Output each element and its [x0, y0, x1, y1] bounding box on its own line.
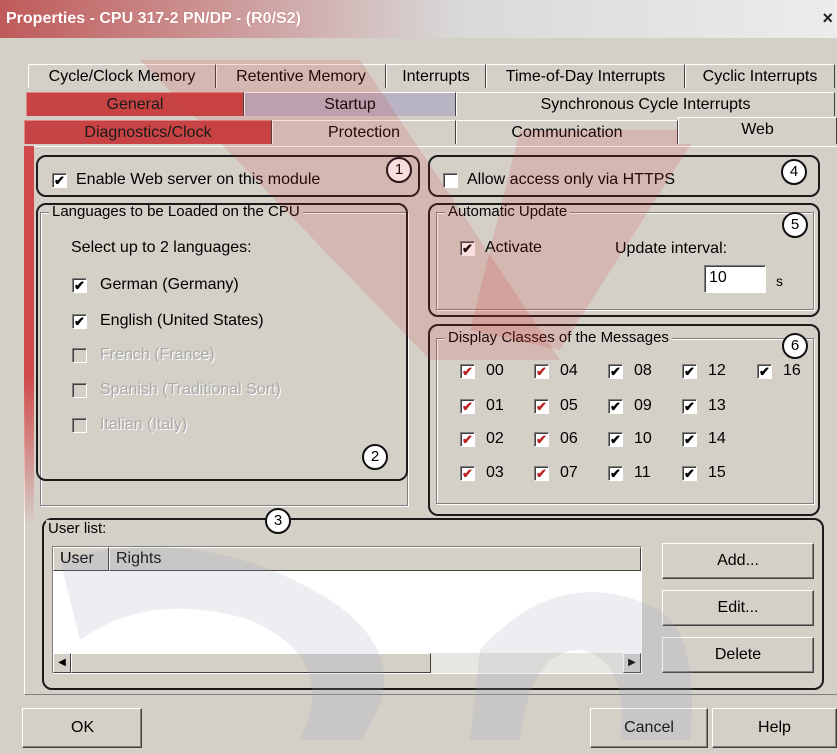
message-class-label: 08	[634, 362, 652, 379]
language-english-checkbox[interactable]: ✔	[72, 314, 87, 329]
tab-cyclic-interrupts[interactable]: Cyclic Interrupts	[685, 64, 835, 88]
language-italian-checkbox	[72, 418, 87, 433]
message-class-label: 04	[560, 362, 578, 379]
message-class-checkbox[interactable]: ✔	[534, 466, 549, 481]
tab-startup[interactable]: Startup	[244, 92, 456, 116]
cancel-button[interactable]: Cancel	[590, 708, 708, 748]
auto-update-activate-label: Activate	[485, 239, 542, 256]
tab-cycle-clock-memory[interactable]: Cycle/Clock Memory	[28, 64, 216, 88]
message-class-label: 06	[560, 430, 578, 447]
ok-button[interactable]: OK	[22, 708, 142, 748]
tab-time-of-day-interrupts[interactable]: Time-of-Day Interrupts	[486, 64, 685, 88]
panel-accent-stripe	[24, 146, 34, 526]
scroll-thumb[interactable]	[71, 653, 431, 673]
message-class-label: 15	[708, 464, 726, 481]
tab-diagnostics-clock[interactable]: Diagnostics/Clock	[24, 120, 272, 144]
scroll-right-icon[interactable]: ▶	[623, 653, 641, 673]
tab-general[interactable]: General	[26, 92, 244, 116]
message-class-checkbox[interactable]: ✔	[460, 364, 475, 379]
message-class-checkbox[interactable]: ✔	[682, 432, 697, 447]
update-interval-unit: s	[776, 273, 783, 289]
language-german-label: German (Germany)	[100, 276, 239, 293]
message-class-label: 00	[486, 362, 504, 379]
tab-synchronous-cycle-interrupts[interactable]: Synchronous Cycle Interrupts	[456, 92, 835, 116]
update-interval-label: Update interval:	[615, 240, 728, 257]
message-class-checkbox[interactable]: ✔	[460, 399, 475, 414]
language-english-label: English (United States)	[100, 312, 264, 329]
message-class-checkbox[interactable]: ✔	[682, 466, 697, 481]
callout-badge-4: 4	[781, 159, 807, 185]
tab-web[interactable]: Web	[678, 117, 837, 144]
message-class-label: 09	[634, 397, 652, 414]
language-french-label: French (France)	[100, 346, 215, 363]
window-title: Properties - CPU 317-2 PN/DP - (R0/S2)	[6, 10, 301, 27]
help-button[interactable]: Help	[712, 708, 837, 748]
delete-user-button[interactable]: Delete	[662, 637, 814, 673]
callout-badge-6: 6	[782, 333, 808, 359]
tab-interrupts[interactable]: Interrupts	[386, 64, 486, 88]
language-italian-label: Italian (Italy)	[100, 416, 188, 433]
languages-hint: Select up to 2 languages:	[71, 239, 252, 256]
close-icon[interactable]: ×	[822, 8, 833, 29]
message-class-label: 05	[560, 397, 578, 414]
callout-outline-5	[428, 203, 820, 317]
message-class-checkbox[interactable]: ✔	[757, 364, 772, 379]
callout-badge-1: 1	[386, 157, 412, 183]
message-class-checkbox[interactable]: ✔	[682, 364, 697, 379]
message-class-label: 02	[486, 430, 504, 447]
message-class-label: 11	[634, 464, 651, 481]
message-class-checkbox[interactable]: ✔	[608, 466, 623, 481]
language-german-checkbox[interactable]: ✔	[72, 278, 87, 293]
add-user-button[interactable]: Add...	[662, 543, 814, 579]
message-class-checkbox[interactable]: ✔	[608, 364, 623, 379]
message-class-label: 13	[708, 397, 726, 414]
message-class-label: 16	[783, 362, 801, 379]
user-list-hscrollbar[interactable]: ◀ ▶	[53, 653, 641, 673]
auto-update-activate-checkbox[interactable]: ✔	[460, 241, 475, 256]
callout-badge-5: 5	[782, 212, 808, 238]
language-spanish-label: Spanish (Traditional Sort)	[100, 381, 281, 398]
tab-retentive-memory[interactable]: Retentive Memory	[216, 64, 386, 88]
column-header-user[interactable]: User	[53, 547, 109, 571]
message-class-checkbox[interactable]: ✔	[534, 399, 549, 414]
message-class-checkbox[interactable]: ✔	[608, 432, 623, 447]
tab-protection[interactable]: Protection	[272, 120, 456, 144]
callout-badge-3: 3	[265, 508, 291, 534]
callout-badge-2: 2	[362, 444, 388, 470]
https-only-label: Allow access only via HTTPS	[467, 171, 676, 188]
message-class-label: 10	[634, 430, 652, 447]
message-class-label: 01	[486, 397, 504, 414]
message-class-label: 12	[708, 362, 726, 379]
language-spanish-checkbox	[72, 383, 87, 398]
callout-outline-6	[428, 324, 820, 516]
tab-communication[interactable]: Communication	[456, 120, 678, 144]
message-class-label: 14	[708, 430, 726, 447]
user-list-table[interactable]: User Rights ◀ ▶	[52, 546, 642, 674]
scroll-left-icon[interactable]: ◀	[53, 653, 71, 673]
message-class-checkbox[interactable]: ✔	[608, 399, 623, 414]
message-class-checkbox[interactable]: ✔	[682, 399, 697, 414]
message-class-checkbox[interactable]: ✔	[534, 364, 549, 379]
https-only-checkbox[interactable]	[443, 173, 458, 188]
edit-user-button[interactable]: Edit...	[662, 590, 814, 626]
message-class-label: 07	[560, 464, 578, 481]
message-class-checkbox[interactable]: ✔	[460, 432, 475, 447]
enable-web-server-label: Enable Web server on this module	[76, 171, 321, 188]
message-class-label: 03	[486, 464, 504, 481]
message-class-checkbox[interactable]: ✔	[534, 432, 549, 447]
language-french-checkbox	[72, 348, 87, 363]
message-class-checkbox[interactable]: ✔	[460, 466, 475, 481]
update-interval-input[interactable]: 10	[704, 265, 766, 293]
user-list-title: User list:	[46, 520, 109, 537]
enable-web-server-checkbox[interactable]: ✔	[52, 173, 67, 188]
column-header-rights[interactable]: Rights	[109, 547, 641, 571]
